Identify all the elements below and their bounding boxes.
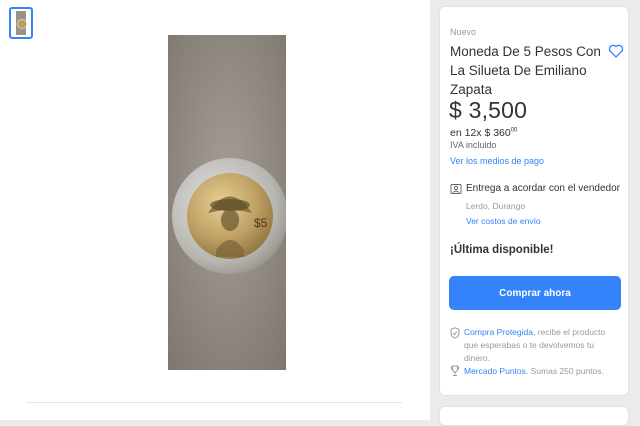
shipping-costs-link[interactable]: Ver costos de envío xyxy=(466,216,541,226)
mercado-points: Mercado Puntos. Sumas 250 puntos. xyxy=(464,365,614,378)
installments-text: en 12x $ 360 xyxy=(450,127,511,139)
payment-methods-link[interactable]: Ver los medios de pago xyxy=(450,156,544,166)
buy-now-button[interactable]: Comprar ahora xyxy=(449,276,621,310)
coin-photo: $5 xyxy=(168,35,286,370)
image-gallery: $5 xyxy=(0,0,430,420)
mercado-points-text: . Sumas 250 puntos. xyxy=(525,366,604,376)
buy-box: Nuevo Moneda De 5 Pesos Con La Silueta D… xyxy=(439,6,629,396)
product-condition: Nuevo xyxy=(450,27,477,37)
thumbnail-image xyxy=(16,11,27,35)
secondary-card xyxy=(439,406,629,426)
shipping-location: Lerdo, Durango xyxy=(466,201,526,211)
product-price: $ 3,500 xyxy=(449,97,528,123)
protected-purchase-link[interactable]: Compra Protegida xyxy=(464,327,533,337)
shipping-text: Entrega a acordar con el vendedor xyxy=(466,183,620,194)
store-icon xyxy=(450,184,462,194)
tax-note: IVA incluido xyxy=(450,140,497,150)
installments-cents: 00 xyxy=(510,127,518,134)
product-main-image[interactable]: $5 xyxy=(168,35,286,370)
product-title: Moneda De 5 Pesos Con La Silueta De Emil… xyxy=(450,44,601,97)
installments: en 12x $ 36000 xyxy=(450,127,517,139)
shield-check-icon xyxy=(450,327,460,339)
trophy-icon xyxy=(450,365,460,376)
stock-status: ¡Última disponible! xyxy=(450,244,554,256)
divider xyxy=(26,402,402,403)
thumbnail-1[interactable] xyxy=(9,7,33,39)
mercado-points-link[interactable]: Mercado Puntos xyxy=(464,366,526,376)
heart-icon[interactable] xyxy=(608,43,624,59)
svg-text:$5: $5 xyxy=(254,216,268,230)
protected-purchase: Compra Protegida, recibe el producto que… xyxy=(464,326,614,365)
